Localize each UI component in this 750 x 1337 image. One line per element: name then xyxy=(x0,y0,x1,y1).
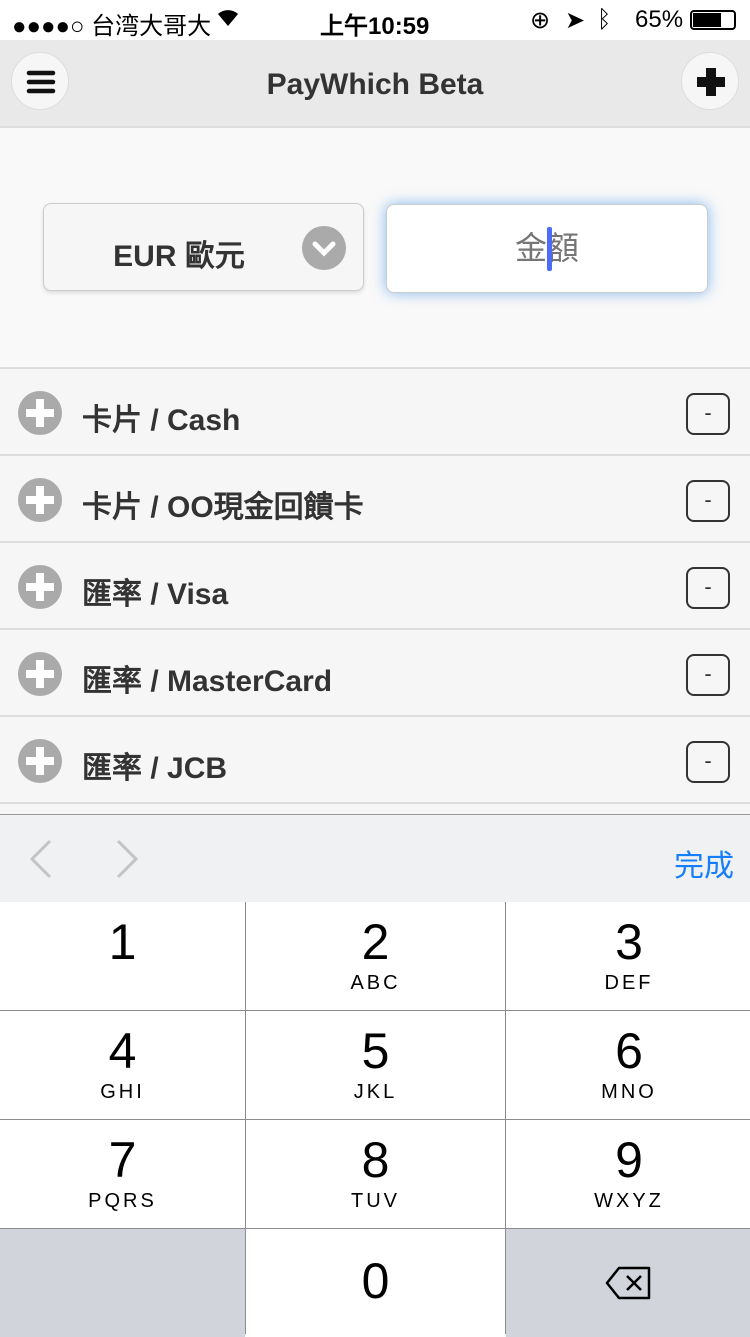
status-bar: ●●●●○ 台湾大哥大 上午10:59 ⊕ ➤ ᛒ 65% xyxy=(0,0,750,40)
delete-key[interactable] xyxy=(506,1229,750,1337)
key-digit: 4 xyxy=(108,1023,137,1079)
list-item[interactable]: 卡片 / Cash - xyxy=(0,367,750,454)
key-0[interactable]: 0 xyxy=(246,1229,505,1337)
key-3[interactable]: 3 DEF xyxy=(506,902,750,1010)
battery-icon xyxy=(690,10,736,30)
done-button[interactable]: 完成 xyxy=(674,841,734,885)
wifi-icon xyxy=(215,6,241,35)
item-label: 卡片 / Cash xyxy=(82,404,241,437)
add-circle-icon[interactable] xyxy=(18,739,62,783)
amount-field[interactable] xyxy=(386,204,708,293)
list-item[interactable]: 匯率 / MasterCard - xyxy=(0,628,750,715)
list-item[interactable]: 匯率 / Visa - xyxy=(0,541,750,628)
key-letters: DEF xyxy=(604,972,654,994)
key-digit: 3 xyxy=(615,914,643,970)
key-digit: 6 xyxy=(615,1023,643,1079)
key-letters: ABC xyxy=(350,972,401,994)
currency-select[interactable]: EUR 歐元 xyxy=(43,203,364,291)
key-digit: 7 xyxy=(108,1132,137,1188)
remove-button[interactable]: - xyxy=(686,567,730,609)
key-digit: 2 xyxy=(361,914,390,970)
remove-button[interactable]: - xyxy=(686,741,730,783)
key-letters: PQRS xyxy=(88,1190,157,1212)
key-digit: 8 xyxy=(361,1132,390,1188)
key-letters: MNO xyxy=(601,1081,657,1103)
key-2[interactable]: 2 ABC xyxy=(246,902,505,1010)
page-title: PayWhich Beta xyxy=(266,68,484,101)
key-4[interactable]: 4 GHI xyxy=(0,1011,245,1119)
remove-button[interactable]: - xyxy=(686,480,730,522)
bluetooth-icon: ᛒ xyxy=(597,6,612,33)
key-letters: JKL xyxy=(353,1081,398,1103)
chevron-down-icon xyxy=(302,226,346,270)
remove-button[interactable]: - xyxy=(686,654,730,696)
key-9[interactable]: 9 WXYZ xyxy=(506,1120,750,1228)
carrier: ●●●●○ 台湾大哥大 xyxy=(12,13,212,40)
add-circle-icon[interactable] xyxy=(18,478,62,522)
rotation-lock-icon: ⊕ xyxy=(530,7,551,34)
item-label: 匯率 / Visa xyxy=(82,578,229,611)
key-digit: 9 xyxy=(615,1132,643,1188)
key-digit: 0 xyxy=(361,1253,390,1309)
add-circle-icon[interactable] xyxy=(18,391,62,435)
list-item[interactable]: 匯率 / JCB - xyxy=(0,715,750,802)
text-caret xyxy=(547,227,552,271)
key-6[interactable]: 6 MNO xyxy=(506,1011,750,1119)
list-item[interactable]: 卡片 / OO現金回饋卡 - xyxy=(0,454,750,541)
prev-next-arrows[interactable] xyxy=(28,839,138,879)
payment-list: 卡片 / Cash - 卡片 / OO現金回饋卡 - 匯率 / Visa - 匯率 /… xyxy=(0,367,750,816)
add-button[interactable] xyxy=(681,52,739,110)
backspace-icon xyxy=(605,1266,651,1300)
key-7[interactable]: 7 PQRS xyxy=(0,1120,245,1228)
plus-icon xyxy=(697,68,725,96)
key-digit: 1 xyxy=(108,914,137,970)
battery-percent: 65% xyxy=(635,6,684,33)
numeric-keypad: 1 2 ABC 3 DEF 4 GHI 5 JKL 6 MNO 7 PQRS 8 TUV 9W… xyxy=(0,902,750,1337)
key-5[interactable]: 5 JKL xyxy=(246,1011,505,1119)
item-label: 匯率 / MasterCard xyxy=(82,665,333,698)
clock: 上午10:59 xyxy=(320,13,430,40)
remove-button[interactable]: - xyxy=(686,393,730,435)
key-blank xyxy=(0,1229,245,1337)
key-8[interactable]: 8 TUV xyxy=(246,1120,505,1228)
item-label: 匯率 / JCB xyxy=(82,752,228,785)
key-letters: TUV xyxy=(351,1190,400,1212)
conversion-form: EUR 歐元 xyxy=(0,130,750,367)
add-circle-icon[interactable] xyxy=(18,652,62,696)
key-letters: GHI xyxy=(100,1081,145,1103)
item-label: 卡片 / OO現金回饋卡 xyxy=(82,491,364,524)
add-circle-icon[interactable] xyxy=(18,565,62,609)
app-header: PayWhich Beta xyxy=(0,40,750,128)
key-1[interactable]: 1 xyxy=(0,902,245,1010)
currency-value: EUR 歐元 xyxy=(113,240,245,273)
key-letters: WXYZ xyxy=(594,1190,664,1212)
key-digit: 5 xyxy=(361,1023,390,1079)
keyboard-toolbar: 完成 xyxy=(0,814,750,902)
location-icon: ➤ xyxy=(565,7,586,34)
